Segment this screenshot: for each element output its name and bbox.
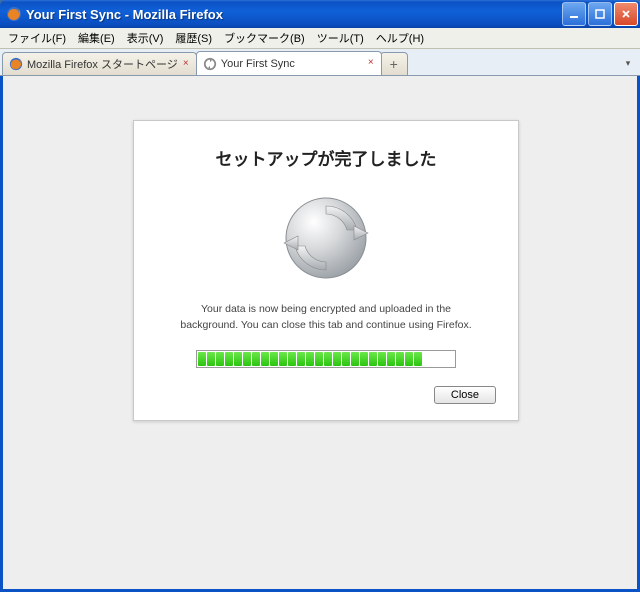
progress-segment	[207, 352, 215, 366]
progress-segment	[414, 352, 422, 366]
menu-file[interactable]: ファイル(F)	[2, 28, 72, 48]
tab-label: Your First Sync	[221, 58, 295, 70]
minimize-button[interactable]	[562, 2, 586, 26]
progress-segment	[216, 352, 224, 366]
progress-segment	[351, 352, 359, 366]
close-window-button[interactable]	[614, 2, 638, 26]
progress-segment	[225, 352, 233, 366]
progress-segment	[342, 352, 350, 366]
tab-startpage[interactable]: Mozilla Firefox スタートページ ×	[2, 52, 197, 75]
progress-segment	[234, 352, 242, 366]
progress-segment	[279, 352, 287, 366]
progress-segment	[315, 352, 323, 366]
progress-segment	[252, 352, 260, 366]
close-icon[interactable]: ×	[180, 57, 192, 69]
menubar: ファイル(F) 編集(E) 表示(V) 履歴(S) ブックマーク(B) ツール(…	[0, 28, 640, 49]
sync-large-icon	[276, 188, 376, 288]
firefox-icon	[9, 57, 23, 71]
progress-segment	[360, 352, 368, 366]
menu-tools[interactable]: ツール(T)	[311, 28, 370, 48]
maximize-button[interactable]	[588, 2, 612, 26]
tabbar: Mozilla Firefox スタートページ × Your First Syn…	[0, 49, 640, 76]
content-area: セットアップが完了しました	[0, 76, 640, 592]
window: Your First Sync - Mozilla Firefox ファイル(F…	[0, 0, 640, 592]
panel-heading: セットアップが完了しました	[156, 145, 496, 170]
close-icon[interactable]: ×	[365, 56, 377, 68]
progress-segment	[297, 352, 305, 366]
progress-segment	[378, 352, 386, 366]
titlebar[interactable]: Your First Sync - Mozilla Firefox	[0, 0, 640, 28]
progress-segment	[324, 352, 332, 366]
progress-segment	[243, 352, 251, 366]
progress-bar	[196, 350, 456, 368]
window-buttons	[562, 2, 638, 26]
progress-segment	[405, 352, 413, 366]
menu-view[interactable]: 表示(V)	[121, 28, 170, 48]
progress-segment	[270, 352, 278, 366]
window-title: Your First Sync - Mozilla Firefox	[26, 7, 562, 22]
menu-edit[interactable]: 編集(E)	[72, 28, 121, 48]
menu-bookmarks[interactable]: ブックマーク(B)	[218, 28, 311, 48]
new-tab-button[interactable]: +	[380, 52, 408, 75]
sync-icon	[203, 57, 217, 71]
progress-segment	[333, 352, 341, 366]
firefox-icon	[6, 6, 22, 22]
menu-history[interactable]: 履歴(S)	[169, 28, 218, 48]
menu-help[interactable]: ヘルプ(H)	[370, 28, 430, 48]
progress-segment	[369, 352, 377, 366]
progress-segment	[396, 352, 404, 366]
tab-list-dropdown[interactable]: ▾	[620, 55, 636, 71]
progress-segment	[306, 352, 314, 366]
progress-segment	[387, 352, 395, 366]
progress-segment	[261, 352, 269, 366]
progress-segment	[288, 352, 296, 366]
tab-first-sync[interactable]: Your First Sync ×	[196, 51, 382, 75]
tab-label: Mozilla Firefox スタートページ	[27, 56, 178, 72]
panel-description: Your data is now being encrypted and upl…	[156, 302, 496, 334]
close-button[interactable]: Close	[434, 386, 496, 404]
sync-complete-panel: セットアップが完了しました	[133, 120, 519, 421]
progress-segment	[198, 352, 206, 366]
